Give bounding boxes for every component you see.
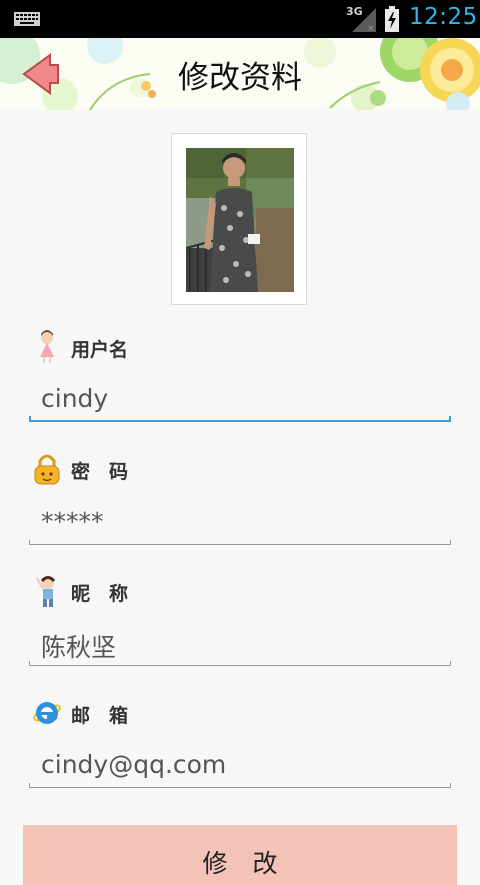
status-bar: 3G × 12:25 bbox=[0, 0, 480, 38]
username-value: cindy bbox=[41, 384, 109, 413]
svg-text:×: × bbox=[367, 24, 375, 32]
username-field[interactable]: cindy bbox=[29, 382, 451, 422]
email-underline bbox=[29, 783, 451, 788]
keyboard-icon bbox=[14, 12, 40, 26]
nickname-value: 陈秋坚 bbox=[41, 633, 117, 662]
password-value: ***** bbox=[41, 507, 104, 536]
lock-icon bbox=[34, 454, 60, 485]
waving-child-icon bbox=[35, 576, 56, 607]
clock: 12:25 bbox=[409, 4, 478, 30]
title-bar: 修改资料 bbox=[0, 38, 480, 110]
avatar-frame[interactable] bbox=[171, 133, 307, 305]
password-label: 密 码 bbox=[71, 461, 129, 483]
password-field[interactable]: ***** bbox=[29, 505, 451, 545]
ie-icon bbox=[33, 702, 61, 724]
username-label: 用户名 bbox=[71, 339, 129, 361]
submit-label: 修 改 bbox=[202, 849, 278, 878]
avatar-photo[interactable] bbox=[186, 148, 294, 292]
nickname-underline bbox=[29, 661, 451, 666]
email-label: 邮 箱 bbox=[71, 705, 129, 727]
password-underline bbox=[29, 540, 451, 545]
submit-button[interactable]: 修 改 bbox=[23, 825, 457, 885]
girl-icon bbox=[40, 330, 54, 363]
page-title: 修改资料 bbox=[178, 60, 302, 96]
username-underline bbox=[29, 416, 451, 422]
signal-icon: × bbox=[352, 8, 376, 32]
email-field[interactable]: cindy@qq.com bbox=[29, 748, 451, 788]
nickname-label: 昵 称 bbox=[71, 583, 129, 605]
nickname-field[interactable]: 陈秋坚 bbox=[29, 626, 451, 666]
email-value: cindy@qq.com bbox=[41, 750, 227, 779]
battery-charging-icon bbox=[385, 6, 399, 32]
